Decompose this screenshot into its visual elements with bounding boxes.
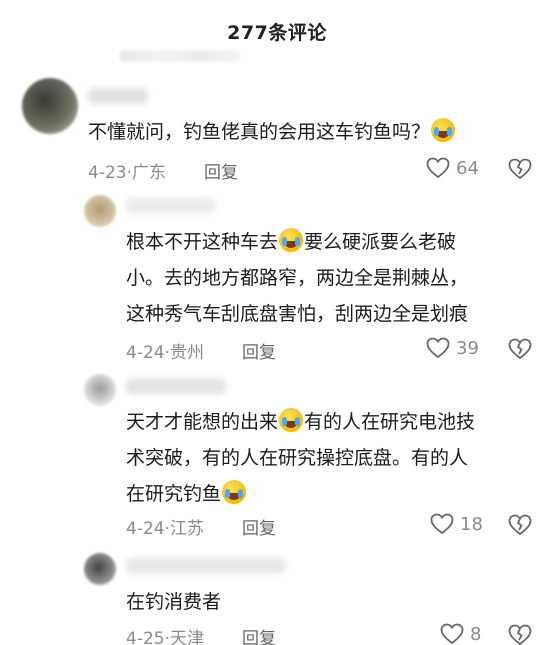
comment-text: 在钓消费者 <box>126 584 526 620</box>
like-count: 8 <box>470 623 482 645</box>
comment-date: 4-25 <box>126 629 165 645</box>
comment-item: 在钓消费者 4-25·天津 回复 8 <box>0 0 554 645</box>
avatar[interactable] <box>84 553 116 585</box>
like-button[interactable]: 8 <box>440 623 481 645</box>
heart-icon <box>440 623 464 645</box>
comment-location: 天津 <box>170 629 204 645</box>
comment-meta: 4-25·天津 <box>126 624 204 645</box>
broken-heart-icon[interactable] <box>508 624 532 645</box>
username-blurred[interactable] <box>126 558 286 574</box>
reply-button[interactable]: 回复 <box>242 624 276 645</box>
comment-text-line: 在钓消费者 <box>126 591 222 613</box>
